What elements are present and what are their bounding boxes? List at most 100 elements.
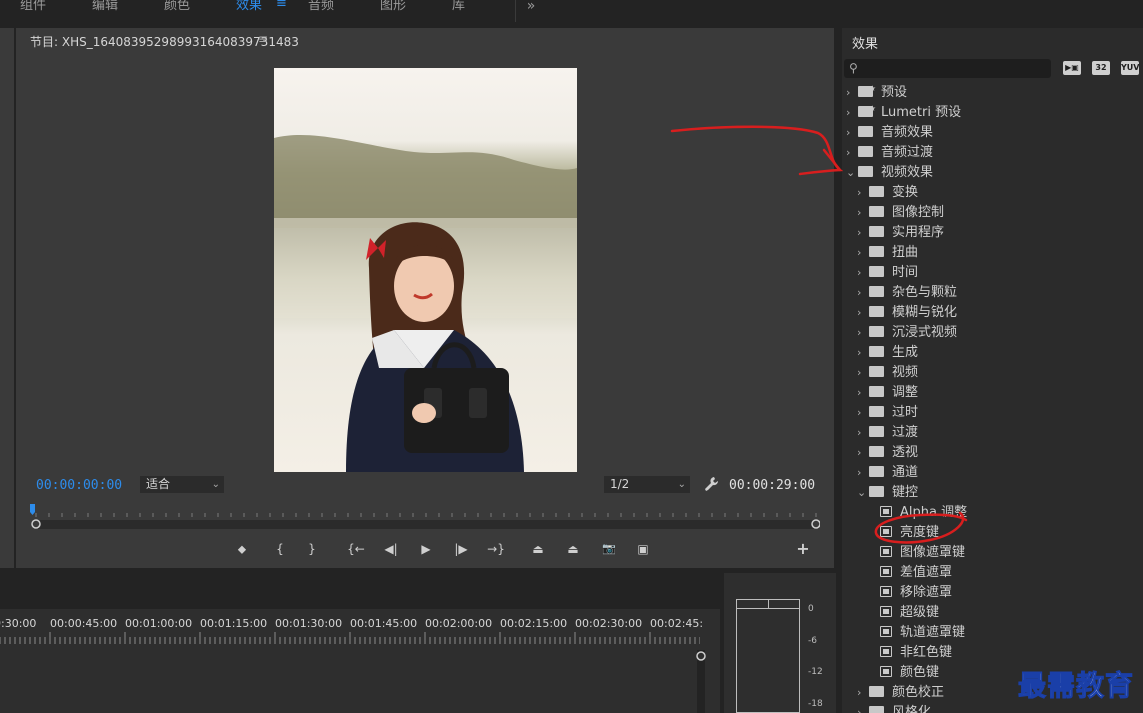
workspace-tab-effects[interactable]: 效果 xyxy=(236,0,262,13)
timeline-ruler-label: 00:01:45:00 xyxy=(350,617,418,630)
effects-tree-item[interactable]: 轨道遮罩键 xyxy=(868,623,965,643)
chevron-right-icon[interactable]: › xyxy=(846,123,858,143)
chevron-right-icon[interactable]: › xyxy=(857,403,869,423)
folder-icon xyxy=(869,466,884,477)
chevron-right-icon[interactable]: › xyxy=(846,83,858,103)
add-button[interactable]: + xyxy=(794,541,812,557)
timeline-ruler-ticks[interactable] xyxy=(0,632,700,644)
workspace-overflow-icon[interactable]: » xyxy=(515,0,546,22)
effects-tree-item[interactable]: 图像遮罩键 xyxy=(868,543,965,563)
chevron-down-icon[interactable]: ⌄ xyxy=(846,163,858,183)
effects-tree-item[interactable]: › 调整 xyxy=(857,383,918,403)
effects-tree-item[interactable]: › 过时 xyxy=(857,403,918,423)
effects-search-input[interactable] xyxy=(844,59,1051,78)
effects-tree-item[interactable]: 颜色键 xyxy=(868,663,939,683)
effects-tree-item[interactable]: › 时间 xyxy=(857,263,918,283)
step-forward-button[interactable]: |▶ xyxy=(452,541,470,557)
video-frame-image xyxy=(274,135,577,472)
scroll-handle-icon[interactable] xyxy=(695,650,707,662)
effects-tree-item[interactable]: › 实用程序 xyxy=(857,223,944,243)
accelerated-effects-filter-icon[interactable]: ▶▣ xyxy=(1063,61,1081,75)
video-preview[interactable] xyxy=(274,68,577,472)
chevron-down-icon[interactable]: ⌄ xyxy=(857,483,869,503)
go-to-out-button[interactable]: →} xyxy=(485,541,507,557)
current-timecode[interactable]: 00:00:00:00 xyxy=(36,478,122,493)
comparison-view-button[interactable]: ▣ xyxy=(634,541,652,557)
mark-out-button[interactable]: } xyxy=(303,541,321,557)
zoom-level-select[interactable]: 适合 ⌄ xyxy=(140,476,224,493)
play-button[interactable]: ▶ xyxy=(417,541,435,557)
workspace-tab-libraries[interactable]: 库 xyxy=(452,0,465,13)
effects-tree-item[interactable]: › 图像控制 xyxy=(857,203,944,223)
effects-tree-item[interactable]: › 沉浸式视频 xyxy=(857,323,957,343)
effects-tree-item[interactable]: › 杂色与颗粒 xyxy=(857,283,957,303)
effects-tree-item-label: 非红色键 xyxy=(900,645,953,660)
effects-tree-item[interactable]: › 风格化 xyxy=(857,703,931,713)
workspace-menu-icon[interactable]: ≡ xyxy=(276,0,287,11)
effects-tree-item[interactable]: ⌄ 视频效果 xyxy=(846,163,933,183)
chevron-right-icon[interactable]: › xyxy=(857,263,869,283)
effects-tree-item[interactable]: › Lumetri 预设 xyxy=(846,99,961,123)
workspace-tab-audio[interactable]: 音频 xyxy=(308,0,334,13)
effects-tree-item[interactable]: › 预设 xyxy=(846,83,907,103)
workspace-tab-assembly[interactable]: 组件 xyxy=(20,0,46,13)
add-marker-button[interactable]: ⬥ xyxy=(233,541,251,557)
chevron-right-icon[interactable]: › xyxy=(857,683,869,703)
effects-tree-item[interactable]: › 过渡 xyxy=(857,423,918,443)
extract-button[interactable]: ⏏ xyxy=(564,541,582,557)
effects-tree-item[interactable]: › 扭曲 xyxy=(857,243,918,263)
effects-tree-item[interactable]: 超级键 xyxy=(868,603,939,623)
chevron-right-icon[interactable]: › xyxy=(857,383,869,403)
panel-menu-icon[interactable]: ≡ xyxy=(258,32,268,46)
timeline-track-area[interactable] xyxy=(0,648,700,713)
effects-tree-item[interactable]: › 模糊与锐化 xyxy=(857,303,957,323)
effects-tree-item[interactable]: › 视频 xyxy=(857,363,918,383)
timeline-vertical-scrollbar[interactable] xyxy=(695,650,707,713)
effects-tree-item[interactable]: › 颜色校正 xyxy=(857,683,944,703)
chevron-right-icon[interactable]: › xyxy=(857,303,869,323)
effects-tree-item[interactable]: › 变换 xyxy=(857,183,918,203)
effects-tree-item[interactable]: ⌄ 键控 xyxy=(857,483,918,503)
playback-scrubber[interactable] xyxy=(30,504,820,532)
export-frame-button[interactable]: 📷 xyxy=(600,541,618,557)
workspace-tab-color[interactable]: 颜色 xyxy=(164,0,190,13)
effects-tree-item[interactable]: Alpha 调整 xyxy=(868,503,967,523)
chevron-right-icon[interactable]: › xyxy=(857,203,869,223)
effects-tree-item[interactable]: › 音频效果 xyxy=(846,123,933,143)
chevron-right-icon[interactable]: › xyxy=(857,183,869,203)
go-to-in-button[interactable]: {← xyxy=(345,541,367,557)
lift-button[interactable]: ⏏ xyxy=(529,541,547,557)
effects-tree-item[interactable]: › 生成 xyxy=(857,343,918,363)
folder-icon xyxy=(869,386,884,397)
effects-panel-title[interactable]: 效果 xyxy=(852,33,878,52)
chevron-right-icon[interactable]: › xyxy=(857,283,869,303)
chevron-right-icon[interactable]: › xyxy=(857,423,869,443)
settings-wrench-icon[interactable] xyxy=(703,476,719,495)
playback-resolution-select[interactable]: 1/2 ⌄ xyxy=(604,476,690,493)
effects-tree-item[interactable]: 差值遮罩 xyxy=(868,563,952,583)
mark-in-button[interactable]: { xyxy=(271,541,289,557)
effects-tree-item[interactable]: › 透视 xyxy=(857,443,918,463)
chevron-right-icon[interactable]: › xyxy=(857,323,869,343)
workspace-tab-editing[interactable]: 编辑 xyxy=(92,0,118,13)
chevron-right-icon[interactable]: › xyxy=(857,463,869,483)
effects-tree-item-label: 生成 xyxy=(892,345,919,360)
chevron-right-icon[interactable]: › xyxy=(846,143,858,163)
effects-tree-item[interactable]: › 音频过渡 xyxy=(846,143,933,163)
effects-tree-item[interactable]: 非红色键 xyxy=(868,643,952,663)
step-back-button[interactable]: ◀| xyxy=(382,541,400,557)
chevron-right-icon[interactable]: › xyxy=(857,363,869,383)
32bit-filter-icon[interactable]: 32 xyxy=(1092,61,1110,75)
chevron-right-icon[interactable]: › xyxy=(857,223,869,243)
chevron-right-icon[interactable]: › xyxy=(846,103,858,123)
chevron-right-icon[interactable]: › xyxy=(857,703,869,713)
chevron-right-icon[interactable]: › xyxy=(857,443,869,463)
effects-tree-item[interactable]: 移除遮罩 xyxy=(868,583,952,603)
effects-tree-item[interactable]: 亮度键 xyxy=(868,523,939,543)
ruler-ticks xyxy=(35,513,817,517)
chevron-right-icon[interactable]: › xyxy=(857,343,869,363)
workspace-tab-graphics[interactable]: 图形 xyxy=(380,0,406,13)
effects-tree-item[interactable]: › 通道 xyxy=(857,463,918,483)
chevron-right-icon[interactable]: › xyxy=(857,243,869,263)
yuv-filter-icon[interactable]: YUV xyxy=(1121,61,1139,75)
